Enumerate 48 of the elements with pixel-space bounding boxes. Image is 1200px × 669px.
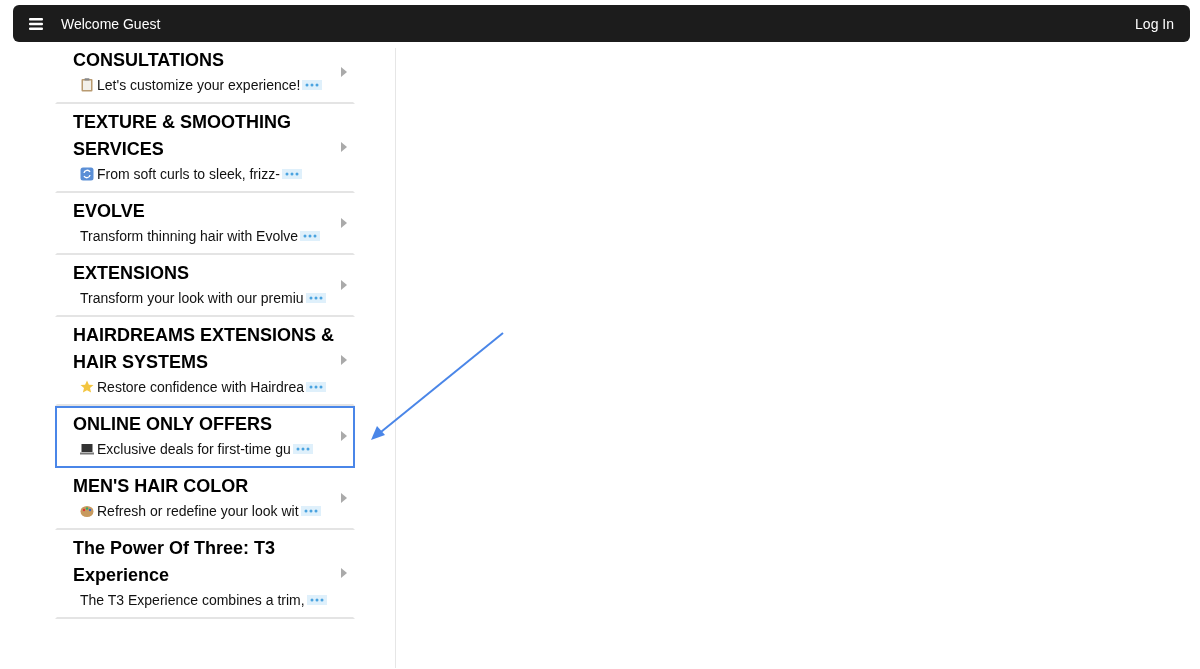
service-description: The T3 Experience combines a trim, (80, 591, 305, 610)
login-link[interactable]: Log In (1135, 15, 1174, 32)
service-title: CONSULTATIONS (73, 49, 225, 72)
menu-icon[interactable] (29, 17, 43, 30)
chevron-icon (341, 217, 347, 228)
more-icon[interactable] (292, 444, 313, 454)
chevron-icon (341, 66, 347, 77)
service-item[interactable]: HAIRDREAMS EXTENSIONS & HAIR SYSTEMS Restore confidence with Hairdrea (55, 317, 355, 406)
refresh-icon (80, 167, 94, 181)
service-item[interactable]: EVOLVE Transform thinning hair with Evolve (55, 193, 355, 255)
chevron-icon (341, 279, 347, 290)
service-title: EXTENSIONS (73, 262, 191, 285)
service-item[interactable]: ONLINE ONLY OFFERS Exclusive deals for first-time gu (55, 406, 355, 468)
service-description: Transform thinning hair with Evolve (80, 227, 299, 246)
service-description: Refresh or redefine your look wit (97, 502, 299, 521)
service-title: TEXTURE & SMOOTHING SERVICES (73, 111, 292, 161)
service-title: HAIRDREAMS EXTENSIONS & HAIR SYSTEMS (73, 324, 335, 374)
more-icon[interactable] (300, 506, 321, 516)
service-description: Restore confidence with Hairdrea (97, 378, 304, 397)
service-item[interactable]: EXTENSIONS Transform your look with our premiu (55, 255, 355, 317)
service-item[interactable]: TEXTURE & SMOOTHING SERVICES From soft curls to sleek, frizz- (55, 104, 355, 193)
service-description: Transform your look with our premiu (80, 289, 304, 308)
chevron-icon (341, 568, 347, 578)
service-title: MEN'S HAIR COLOR (73, 475, 250, 498)
star-icon (80, 380, 94, 394)
clipboard-icon (80, 78, 94, 92)
service-item[interactable]: MEN'S HAIR COLOR Refresh or redefine your look wit (55, 468, 355, 530)
service-description: From soft curls to sleek, frizz- (97, 165, 280, 184)
welcome-text: Welcome Guest (61, 15, 161, 32)
more-icon[interactable] (306, 595, 327, 605)
more-icon[interactable] (306, 382, 326, 392)
laptop-icon (80, 442, 94, 456)
service-description: Let's customize your experience! (97, 76, 301, 95)
more-icon[interactable] (302, 80, 323, 90)
service-description: Exclusive deals for first-time gu (97, 440, 291, 459)
chevron-icon (341, 430, 347, 441)
more-icon[interactable] (300, 231, 321, 241)
chevron-icon (341, 355, 347, 365)
service-item[interactable]: CONSULTATIONS Let's customize your experience! (55, 42, 355, 104)
more-icon[interactable] (281, 169, 302, 179)
chevron-icon (341, 492, 347, 503)
service-item[interactable]: The Power Of Three: T3 Experience The T3 Experience combines a trim, (55, 530, 355, 619)
service-title: EVOLVE (73, 200, 146, 223)
service-title: ONLINE ONLY OFFERS (73, 413, 274, 436)
palette-icon (80, 504, 94, 518)
service-title: The Power Of Three: T3 Experience (73, 537, 277, 587)
more-icon[interactable] (305, 293, 326, 303)
chevron-icon (341, 142, 347, 152)
